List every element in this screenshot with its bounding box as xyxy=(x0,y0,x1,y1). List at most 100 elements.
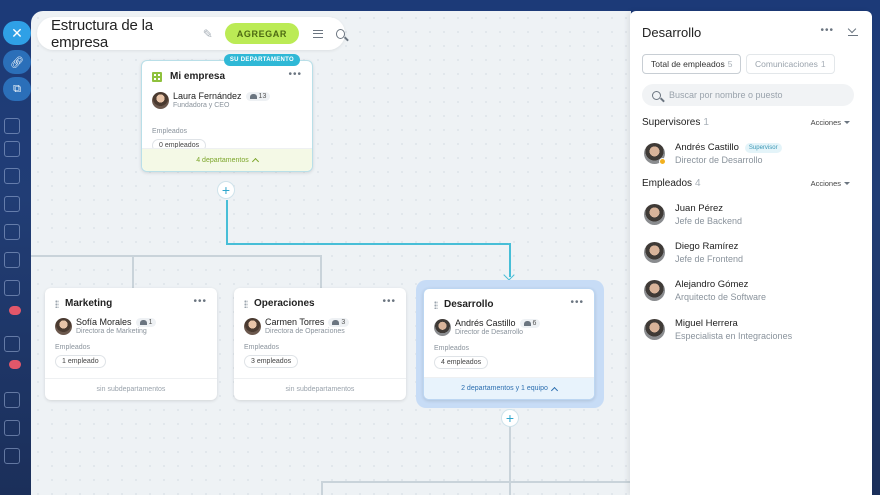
rail-icon[interactable] xyxy=(4,420,20,436)
employee-row[interactable]: Alejandro Gómez Arquitecto de Software xyxy=(644,279,766,302)
search-input[interactable] xyxy=(669,90,849,100)
open-new-window-button[interactable]: ⧉ xyxy=(3,77,31,101)
employees-label: Empleados xyxy=(434,345,470,352)
tab-count: 1 xyxy=(820,59,826,69)
avatar xyxy=(55,317,72,335)
employee-count-badge: 1 xyxy=(135,317,157,327)
tab-label: Comunicaciones xyxy=(755,59,818,69)
employee-search xyxy=(642,84,854,106)
connector-line xyxy=(509,426,511,495)
chevron-up-icon xyxy=(251,157,259,166)
subdepartments-label: sin subdepartamentos xyxy=(234,378,406,400)
head-name: Carmen Torres xyxy=(265,317,325,327)
org-chart-canvas[interactable]: Estructura de la empresa ✎ AGREGAR SU DE… xyxy=(31,11,631,495)
rail-icon[interactable] xyxy=(4,448,20,464)
drag-handle-icon[interactable] xyxy=(244,299,248,308)
employees-label: Empleados xyxy=(55,344,91,351)
copy-link-button[interactable]: 🔗︎ xyxy=(3,50,31,74)
search-icon xyxy=(652,90,661,100)
section-label: Empleados xyxy=(642,178,693,189)
head-role: Director de Desarrollo xyxy=(455,329,524,336)
avatar xyxy=(644,280,665,301)
employees-heading: Empleados 4 xyxy=(642,178,701,189)
menu-icon[interactable] xyxy=(312,29,323,38)
tab-count: 5 xyxy=(727,59,733,69)
connector-line xyxy=(320,255,322,288)
root-department-card[interactable]: SU DEPARTAMENTO Mi empresa ••• Laura Fer… xyxy=(141,54,313,172)
rail-icon[interactable] xyxy=(4,118,20,134)
section-count: 4 xyxy=(695,178,701,189)
more-options-icon[interactable]: ••• xyxy=(382,296,396,307)
department-card-desarrollo[interactable]: Desarrollo ••• Andrés Castillo 6 Directo… xyxy=(423,288,595,400)
employee-role: Jefe de Backend xyxy=(675,216,743,226)
section-label: Supervisores xyxy=(642,117,701,128)
tab-communications[interactable]: Comunicaciones 1 xyxy=(746,54,835,74)
department-card-marketing[interactable]: Marketing ••• Sofía Morales 1 Directora … xyxy=(45,288,217,400)
add-child-button[interactable]: + xyxy=(217,181,235,199)
head-name: Sofía Morales xyxy=(76,317,132,327)
subdepartments-label: 2 departamentos y 1 equipo xyxy=(461,385,548,392)
connector-line xyxy=(226,200,228,245)
supervisors-actions-dropdown[interactable]: Acciones xyxy=(811,118,850,127)
avatar xyxy=(644,242,665,263)
employee-row[interactable]: Diego Ramírez Jefe de Frontend xyxy=(644,241,743,264)
rail-icon[interactable] xyxy=(4,196,20,212)
employee-count: 1 xyxy=(148,318,153,326)
drag-handle-icon[interactable] xyxy=(434,300,438,309)
rail-icon[interactable] xyxy=(4,141,20,157)
avatar xyxy=(434,318,451,336)
employees-pill[interactable]: 1 empleado xyxy=(55,355,106,368)
page-title: Estructura de la empresa xyxy=(51,16,153,51)
supervisor-row[interactable]: Andrés Castillo Supervisor Director de De… xyxy=(644,142,782,165)
employees-actions-dropdown[interactable]: Acciones xyxy=(811,179,850,188)
employee-count-badge: 13 xyxy=(245,91,271,101)
pin-icon[interactable]: ✎ xyxy=(203,27,213,41)
rail-icon[interactable] xyxy=(4,392,20,408)
rail-icon[interactable] xyxy=(4,336,20,352)
department-head[interactable]: Carmen Torres 3 Directora de Operaciones xyxy=(244,317,350,335)
close-slider-button[interactable]: ✕ xyxy=(3,21,31,45)
employee-count-badge: 6 xyxy=(519,318,541,328)
rail-icon[interactable] xyxy=(4,280,20,296)
connector-line xyxy=(132,255,134,288)
more-options-icon[interactable]: ••• xyxy=(193,296,207,307)
people-icon xyxy=(249,93,257,99)
employee-count-badge: 3 xyxy=(328,317,350,327)
rail-icon[interactable] xyxy=(4,252,20,268)
employees-pill[interactable]: 4 empleados xyxy=(434,356,489,369)
supervisor-badge: Supervisor xyxy=(744,142,782,153)
employees-pill[interactable]: 3 empleados xyxy=(244,355,299,368)
more-options-icon[interactable]: ••• xyxy=(288,69,302,80)
more-options-icon[interactable]: ••• xyxy=(570,297,584,308)
employee-count: 3 xyxy=(341,318,346,326)
connector-line xyxy=(31,255,132,257)
rail-icon[interactable] xyxy=(4,224,20,240)
add-button[interactable]: AGREGAR xyxy=(224,23,299,44)
department-name: Marketing xyxy=(65,298,113,309)
panel-title: Desarrollo xyxy=(642,25,702,40)
department-head[interactable]: Sofía Morales 1 Directora de Marketing xyxy=(55,317,157,335)
canvas-grid xyxy=(31,11,631,495)
building-icon xyxy=(152,71,162,82)
subdepartments-toggle[interactable]: 4 departamentos xyxy=(142,148,312,171)
employee-row[interactable]: Juan Pérez Jefe de Backend xyxy=(644,203,742,226)
tab-total-employees[interactable]: Total de empleados 5 xyxy=(642,54,742,74)
search-icon[interactable] xyxy=(335,28,345,39)
add-child-button[interactable]: + xyxy=(501,409,519,427)
employee-row[interactable]: Miguel Herrera Especialista en Integracio… xyxy=(644,318,792,341)
more-options-icon[interactable]: ••• xyxy=(820,25,834,36)
drag-handle-icon[interactable] xyxy=(55,299,59,308)
head-role: Fundadora y CEO xyxy=(173,102,230,109)
department-card-operaciones[interactable]: Operaciones ••• Carmen Torres 3 Director… xyxy=(234,288,406,400)
subdepartments-label: sin subdepartamentos xyxy=(45,378,217,400)
subdepartments-toggle[interactable]: 2 departamentos y 1 equipo xyxy=(424,377,594,399)
collapse-panel-icon[interactable] xyxy=(848,26,858,36)
department-head[interactable]: Laura Fernández 13 Fundadora y CEO xyxy=(152,91,271,109)
department-head[interactable]: Andrés Castillo 6 Director de Desarrollo xyxy=(434,318,541,336)
people-icon xyxy=(139,319,147,325)
connector-line xyxy=(132,255,320,257)
crown-icon xyxy=(659,158,666,165)
employee-count: 6 xyxy=(532,319,537,327)
rail-icon[interactable] xyxy=(4,168,20,184)
actions-label: Acciones xyxy=(810,179,841,188)
